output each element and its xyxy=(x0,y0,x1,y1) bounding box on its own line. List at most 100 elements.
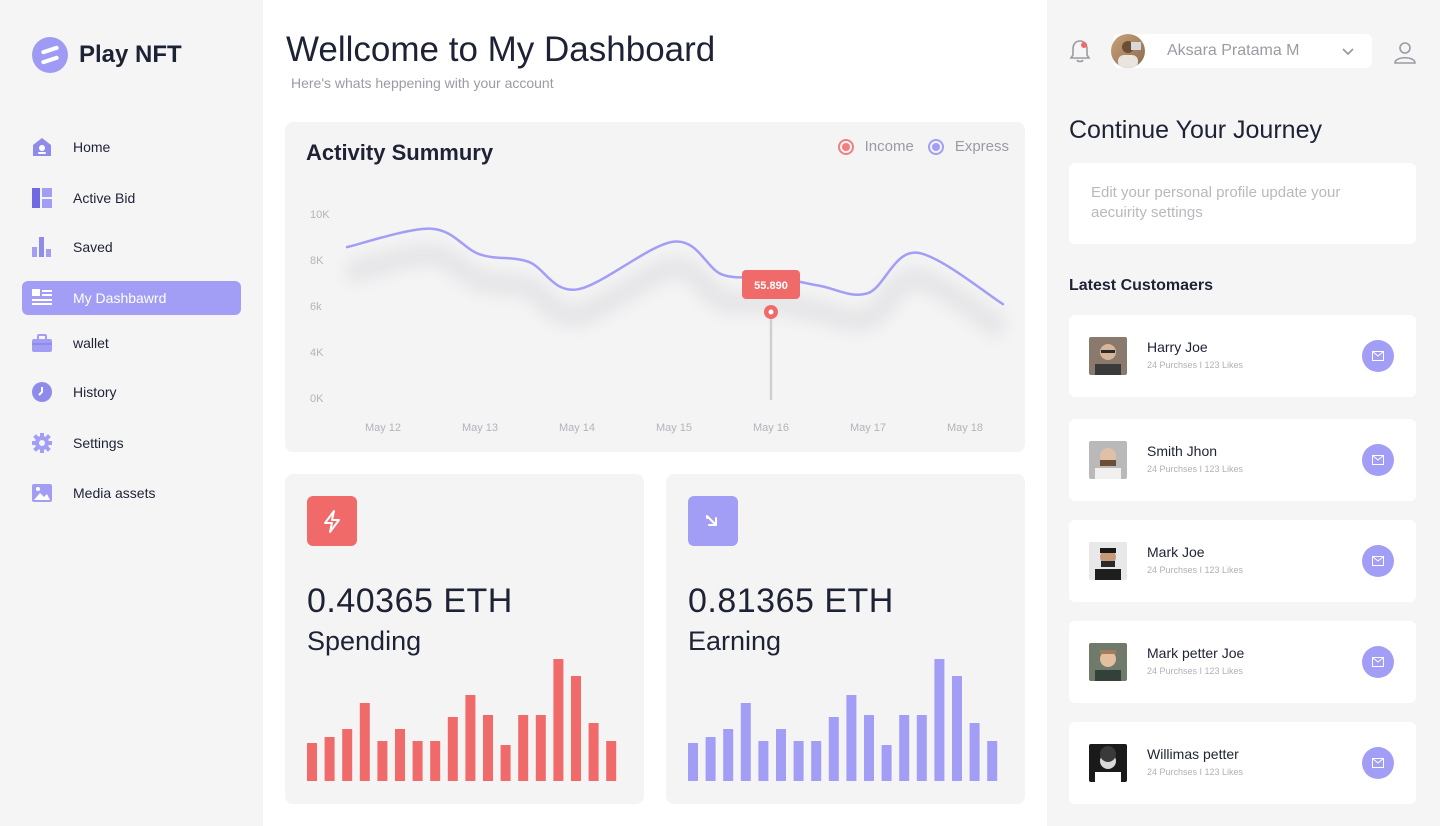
legend-express[interactable]: Express xyxy=(955,138,1009,155)
bar xyxy=(606,741,617,781)
sidebar-item-label: Saved xyxy=(73,239,113,255)
list-item[interactable]: Smith Jhon 24 Purchses I 123 Likes xyxy=(1069,419,1416,501)
journey-box[interactable]: Edit your personal profile update your a… xyxy=(1069,163,1416,244)
sidebar-item-home[interactable]: Home xyxy=(22,130,241,164)
x-tick-label: May 13 xyxy=(462,422,498,434)
activity-title: Activity Summury xyxy=(306,140,494,165)
image-icon xyxy=(32,484,52,502)
list-item[interactable]: Willimas petter 24 Purchses I 123 Likes xyxy=(1069,722,1416,804)
profile-icon[interactable] xyxy=(1393,40,1417,64)
bar xyxy=(307,743,317,781)
mail-button[interactable] xyxy=(1362,545,1394,577)
y-tick-label: 10K xyxy=(310,209,330,221)
gear-icon xyxy=(32,433,52,453)
logo[interactable]: Play NFT xyxy=(32,37,182,73)
spending-card: 0.40365 ETH Spending xyxy=(285,474,644,804)
sidebar-item-label: History xyxy=(73,384,117,400)
avatar xyxy=(1089,744,1127,782)
sidebar-item-active-bid[interactable]: Active Bid xyxy=(22,181,241,215)
customers-title: Latest Customaers xyxy=(1069,277,1214,294)
y-tick-label: 0K xyxy=(310,393,324,405)
sidebar-item-label: My Dashbawrd xyxy=(73,290,167,306)
arrow-down-left-icon xyxy=(688,496,738,546)
highlight-tooltip-label: 55.890 xyxy=(754,280,788,292)
customer-meta: 24 Purchses I 123 Likes xyxy=(1147,565,1244,575)
mail-button[interactable] xyxy=(1362,340,1394,372)
bar xyxy=(483,715,493,781)
bar xyxy=(864,715,874,781)
bar xyxy=(793,741,804,781)
chevron-down-icon xyxy=(1342,48,1354,56)
bar xyxy=(535,715,546,781)
wallet-icon xyxy=(32,334,52,352)
y-tick-label: 8K xyxy=(310,255,324,267)
customer-meta: 24 Purchses I 123 Likes xyxy=(1147,360,1244,370)
clock-icon xyxy=(32,382,52,402)
bar xyxy=(899,715,910,781)
avatar xyxy=(1089,643,1127,681)
earning-value: 0.81365 ETH xyxy=(688,582,894,620)
bar xyxy=(776,729,786,781)
legend-income[interactable]: Income xyxy=(865,138,914,155)
sidebar-item-label: Home xyxy=(73,139,111,155)
sidebar-item-label: Media assets xyxy=(73,485,156,501)
bar xyxy=(395,729,405,781)
page-subtitle: Here's whats heppening with your account xyxy=(291,75,554,91)
customer-name: Smith Jhon xyxy=(1147,443,1218,459)
mail-button[interactable] xyxy=(1362,747,1394,779)
sidebar-item-settings[interactable]: Settings xyxy=(22,426,241,460)
bar xyxy=(342,729,353,781)
bell-icon[interactable] xyxy=(1069,38,1091,64)
mail-button[interactable] xyxy=(1362,444,1394,476)
customer-meta: 24 Purchses I 123 Likes xyxy=(1147,464,1244,474)
bar xyxy=(324,737,335,781)
x-tick-label: May 17 xyxy=(850,422,886,434)
income-legend-icon xyxy=(837,138,854,155)
right-panel: Aksara Pratama M Continue Your Journey E… xyxy=(1047,0,1440,826)
avatar xyxy=(1089,337,1127,375)
bar xyxy=(412,741,423,781)
list-item[interactable]: Harry Joe 24 Purchses I 123 Likes xyxy=(1069,315,1416,397)
journey-title: Continue Your Journey xyxy=(1069,116,1322,144)
page-title: Wellcome to My Dashboard xyxy=(286,30,716,69)
mail-icon xyxy=(1372,455,1384,465)
activity-chart: 10K 8K 6k 4K 0K May 12 May 13 May 14 May 15 May 1… xyxy=(310,209,1009,434)
bar xyxy=(952,676,962,781)
bar xyxy=(987,741,998,781)
spending-value: 0.40365 ETH xyxy=(307,582,513,620)
bar xyxy=(758,741,769,781)
bar xyxy=(588,723,599,781)
x-tick-label: May 12 xyxy=(365,422,401,434)
y-tick-label: 6k xyxy=(310,301,322,313)
customer-meta: 24 Purchses I 123 Likes xyxy=(1147,666,1244,676)
bar xyxy=(705,737,716,781)
bar xyxy=(571,676,581,781)
user-menu[interactable]: Aksara Pratama M xyxy=(1111,34,1372,68)
bar xyxy=(553,659,564,781)
customer-name: Mark Joe xyxy=(1147,544,1205,560)
bar xyxy=(969,723,980,781)
x-tick-label: May 15 xyxy=(656,422,692,434)
express-legend-icon xyxy=(927,138,944,155)
sidebar-item-history[interactable]: History xyxy=(22,375,241,409)
customer-name: Willimas petter xyxy=(1147,746,1239,762)
customer-name: Harry Joe xyxy=(1147,339,1208,355)
list-item[interactable]: Mark petter Joe 24 Purchses I 123 Likes xyxy=(1069,621,1416,703)
sidebar-item-wallet[interactable]: wallet xyxy=(22,326,241,360)
customer-meta: 24 Purchses I 123 Likes xyxy=(1147,767,1244,777)
x-tick-label: May 16 xyxy=(753,422,789,434)
logo-icon xyxy=(32,37,68,73)
chart-legend: Income Express xyxy=(837,138,1009,155)
bar xyxy=(881,745,892,781)
bar xyxy=(465,695,476,781)
sidebar-item-my-dashboard[interactable]: My Dashbawrd xyxy=(22,281,241,315)
sidebar-item-label: Settings xyxy=(73,435,124,451)
bar xyxy=(518,715,529,781)
mail-button[interactable] xyxy=(1362,646,1394,678)
mail-icon xyxy=(1372,556,1384,566)
lightning-icon xyxy=(307,496,357,546)
layout-icon xyxy=(32,188,52,208)
sidebar-item-saved[interactable]: Saved xyxy=(22,230,241,264)
sidebar-item-media-assets[interactable]: Media assets xyxy=(22,476,241,510)
list-item[interactable]: Mark Joe 24 Purchses I 123 Likes xyxy=(1069,520,1416,602)
